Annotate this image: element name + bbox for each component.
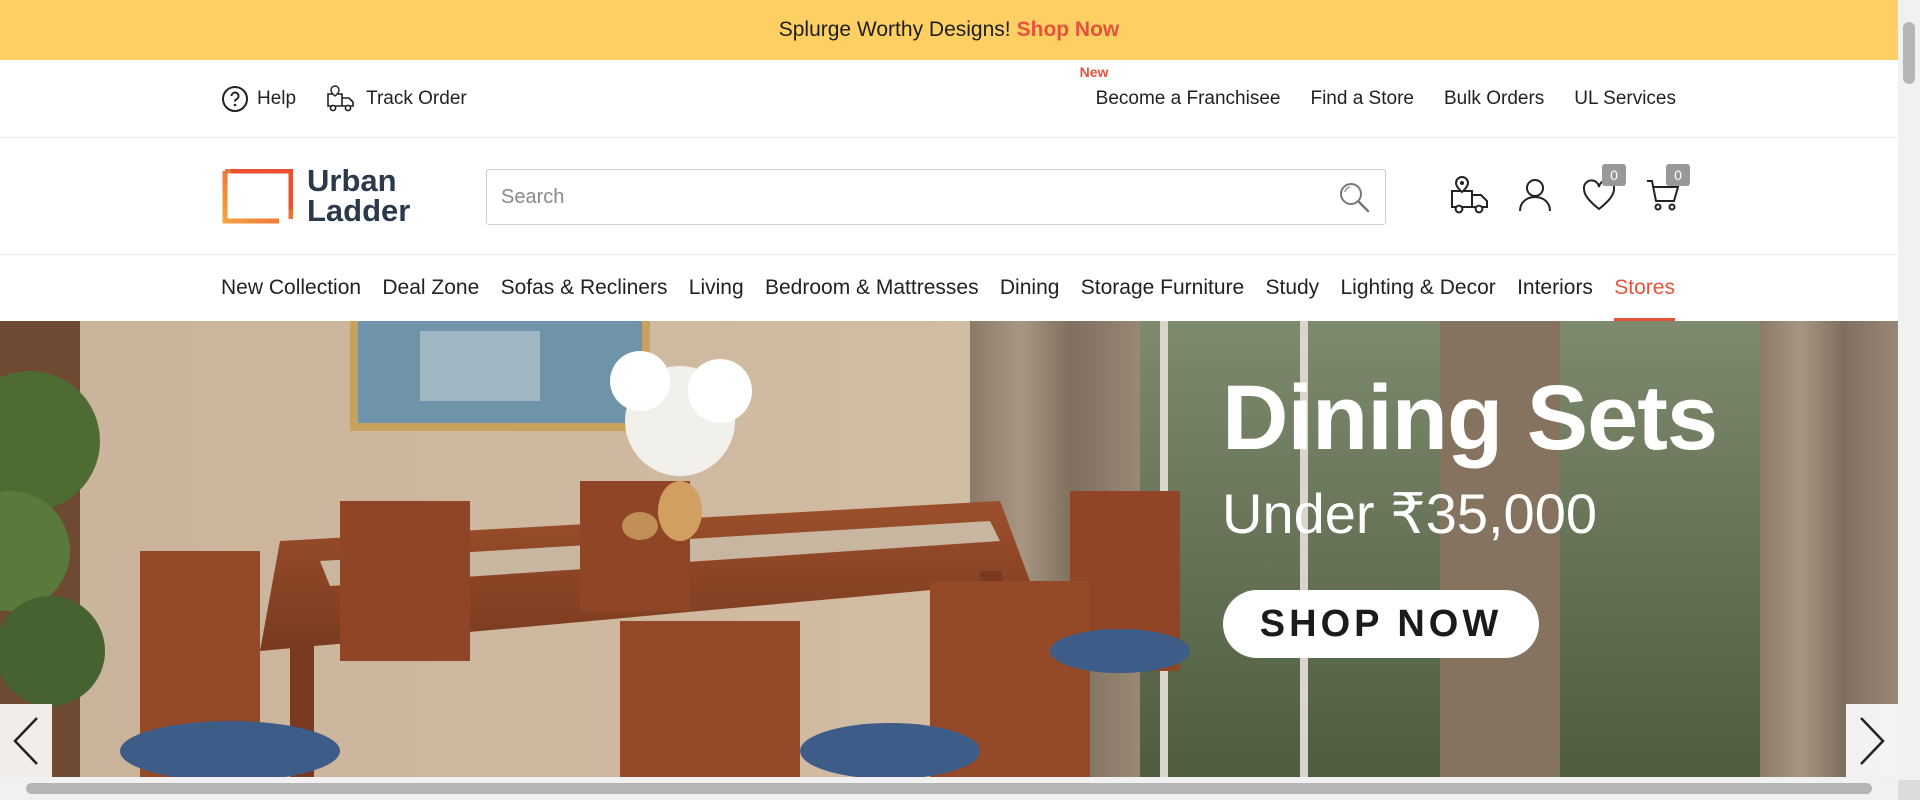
delivery-location-icon (1451, 175, 1488, 214)
nav-item-sofas-recliners[interactable]: Sofas & Recliners (501, 255, 668, 321)
search-box (486, 169, 1386, 225)
find-store-link[interactable]: Find a Store (1310, 88, 1414, 110)
ul-services-link[interactable]: UL Services (1574, 88, 1676, 110)
nav-item-new-collection[interactable]: New Collection (221, 255, 361, 321)
bulk-orders-link[interactable]: Bulk Orders (1444, 88, 1544, 110)
announcement-text: Splurge Worthy Designs! (778, 18, 1011, 41)
announcement-bar: Splurge Worthy Designs! Shop Now (0, 0, 1898, 60)
search-input[interactable] (501, 185, 1337, 209)
help-icon (222, 86, 248, 112)
account-button[interactable] (1514, 174, 1556, 216)
main-header: Urban Ladder Search 0 0 (0, 138, 1898, 255)
nav-item-study[interactable]: Study (1265, 255, 1319, 321)
track-order-link[interactable]: Track Order (326, 84, 467, 114)
search-icon[interactable] (1337, 180, 1371, 214)
hero-title: Dining Sets (1222, 367, 1718, 469)
nav-item-bedroom-mattresses[interactable]: Bedroom & Mattresses (765, 255, 979, 321)
category-nav: New Collection Deal Zone Sofas & Recline… (0, 255, 1898, 321)
horizontal-scroll-thumb[interactable] (26, 783, 1872, 794)
carousel-prev-button[interactable] (0, 704, 52, 778)
carousel-next-button[interactable] (1846, 704, 1898, 778)
hero-banner[interactable]: Dining Sets Under ₹35,000 SHOP NOW (0, 321, 1898, 777)
utility-bar: Help Track Order New Become a Franchisee… (0, 60, 1898, 138)
nav-item-storage-furniture[interactable]: Storage Furniture (1081, 255, 1244, 321)
track-delivery-button[interactable] (1450, 174, 1492, 216)
logo-line-2: Ladder (307, 193, 411, 228)
nav-item-deal-zone[interactable]: Deal Zone (382, 255, 479, 321)
chevron-left-icon (13, 717, 38, 765)
nav-item-dining[interactable]: Dining (1000, 255, 1060, 321)
become-franchisee-label: Become a Franchisee (1095, 88, 1281, 109)
cart-count-badge: 0 (1666, 164, 1690, 186)
vertical-scrollbar[interactable] (1898, 0, 1920, 780)
nav-item-stores[interactable]: Stores (1614, 255, 1675, 321)
horizontal-scrollbar[interactable] (0, 777, 1898, 800)
chevron-right-icon (1860, 717, 1885, 765)
delivery-truck-icon (327, 85, 354, 112)
nav-item-living[interactable]: Living (689, 255, 744, 321)
hero-shop-now-button[interactable]: SHOP NOW (1223, 590, 1539, 658)
user-icon (1519, 179, 1551, 212)
urban-ladder-logo[interactable]: Urban Ladder (221, 163, 411, 228)
wishlist-button[interactable]: 0 (1578, 164, 1626, 216)
help-link[interactable]: Help (221, 85, 296, 113)
cart-button[interactable]: 0 (1642, 164, 1690, 216)
logo-mark-icon (222, 168, 293, 223)
scrollbar-corner (1898, 780, 1920, 800)
become-franchisee-link[interactable]: New Become a Franchisee (1080, 64, 1281, 110)
nav-item-lighting-decor[interactable]: Lighting & Decor (1341, 255, 1496, 321)
help-label: Help (257, 88, 297, 109)
nav-item-interiors[interactable]: Interiors (1517, 255, 1593, 321)
vertical-scroll-thumb[interactable] (1903, 22, 1915, 84)
new-badge: New (1079, 64, 1109, 80)
announcement-shop-now-link[interactable]: Shop Now (1017, 18, 1120, 42)
hero-subtitle: Under ₹35,000 (1222, 482, 1597, 545)
logo-line-1: Urban (307, 163, 397, 198)
track-order-label: Track Order (366, 88, 467, 109)
wishlist-count-badge: 0 (1602, 164, 1626, 186)
